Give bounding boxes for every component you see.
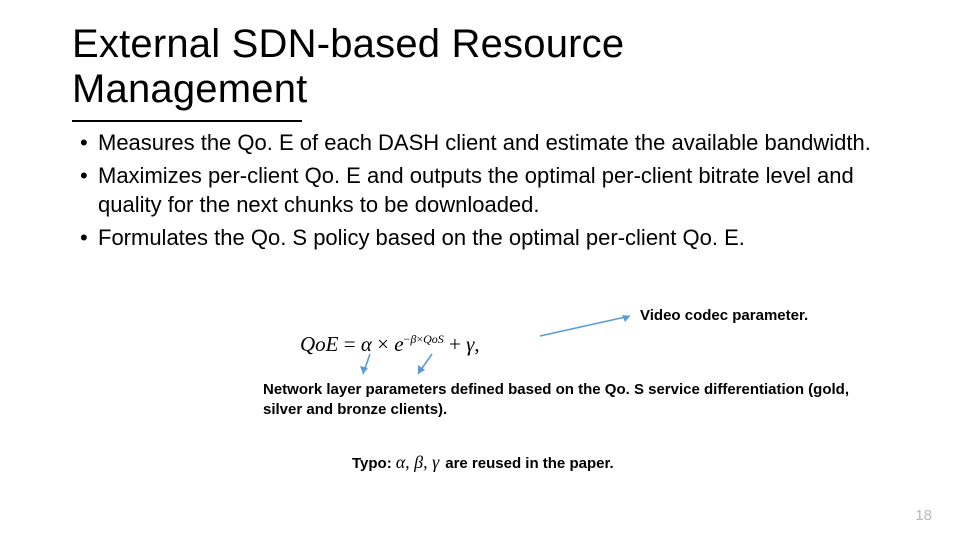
bullet-dot: • [80,128,98,157]
title-line-2: Management [72,67,307,111]
bullet-dot: • [80,223,98,252]
formula: QoE = α × e−β×QoS + γ, [300,332,560,362]
title-line-1: External SDN-based Resource [72,22,624,66]
bullet-item: • Measures the Qo. E of each DASH client… [80,128,900,157]
formula-expression: QoE = α × e−β×QoS + γ, [300,332,480,356]
formula-alpha: α [361,332,372,356]
typo-prefix: Typo: [352,455,392,472]
formula-comma: , [474,332,479,356]
slide-title: External SDN-based Resource Management [72,22,624,112]
bullet-item: • Formulates the Qo. S policy based on t… [80,223,900,252]
bullet-text: Measures the Qo. E of each DASH client a… [98,128,900,157]
bullet-dot: • [80,161,98,219]
formula-eq: = [339,332,361,356]
formula-e: e [394,332,403,356]
typo-greek: α, β, γ [392,452,446,473]
bullet-text: Formulates the Qo. S policy based on the… [98,223,900,252]
bullet-item: • Maximizes per-client Qo. E and outputs… [80,161,900,219]
formula-times: × [372,332,394,356]
typo-suffix: are reused in the paper. [445,455,613,472]
exp-qos: QoS [423,332,444,346]
label-network: Network layer parameters defined based o… [263,380,853,421]
bullet-list: • Measures the Qo. E of each DASH client… [80,128,900,256]
typo-note: Typo: α, β, γ are reused in the paper. [352,452,614,473]
formula-plus: + [444,332,466,356]
label-codec: Video codec parameter. [640,307,808,324]
bullet-text: Maximizes per-client Qo. E and outputs t… [98,161,900,219]
slide: External SDN-based Resource Management •… [0,0,960,540]
formula-exponent: −β×QoS [404,332,444,346]
title-underline [72,120,302,122]
formula-lhs: QoE [300,332,339,356]
page-number: 18 [915,507,932,524]
